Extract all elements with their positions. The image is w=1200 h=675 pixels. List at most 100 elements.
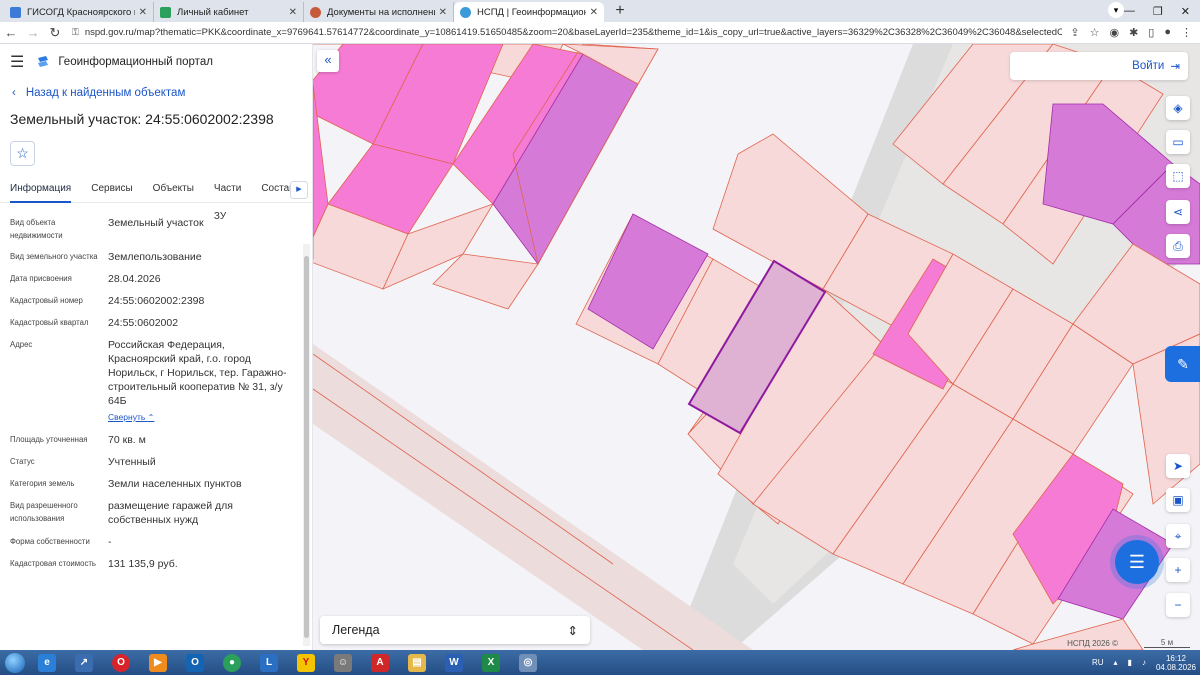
chevron-up-icon: ⌃: [147, 413, 155, 422]
hamburger-menu-icon[interactable]: ☰: [10, 52, 24, 72]
collapse-address-link[interactable]: Свернуть ⌃: [108, 410, 294, 425]
tab-favicon-icon: [10, 6, 21, 18]
taskbar-app-agent[interactable]: ☺: [326, 651, 360, 674]
menu-kebab-icon[interactable]: ⋮: [1181, 26, 1192, 39]
portal-title[interactable]: Геоинформационный портал: [58, 56, 213, 68]
chat-bubble-icon[interactable]: ☰: [1115, 540, 1159, 584]
taskbar-app-lync[interactable]: L: [252, 651, 286, 674]
side-panel-icon[interactable]: ▯: [1148, 26, 1154, 39]
start-button[interactable]: [0, 651, 30, 674]
url-field[interactable]: ⚿ nspd.gov.ru/map?thematic=PKK&coordinat…: [72, 24, 1062, 42]
browser-tab-nspd[interactable]: НСПД | Геоинформационный п ✕: [454, 2, 604, 22]
reload-icon[interactable]: ↻: [44, 25, 66, 41]
taskbar-app-tool[interactable]: ◎: [511, 651, 545, 674]
taskbar-app-ie[interactable]: e: [30, 651, 64, 674]
share-icon[interactable]: ⇪: [1070, 26, 1079, 39]
taskbar-app-explorer[interactable]: ▤: [400, 651, 434, 674]
tabs-scroll-right-icon[interactable]: ▶: [290, 181, 308, 199]
field-row: Вид земельного участка Землепользование: [0, 242, 312, 264]
tray-arrow-icon[interactable]: ▴: [1114, 658, 1118, 667]
field-value: 24:55:0602002:2398: [108, 295, 205, 307]
field-row: Дата присвоения 28.04.2026: [0, 264, 312, 286]
map-boundary-line: [313, 388, 694, 650]
back-to-results-link[interactable]: ‹ Назад к найденным объектам: [12, 87, 312, 99]
ruler-icon[interactable]: ▭: [1166, 130, 1190, 154]
taskbar-app-2[interactable]: ↗: [67, 651, 101, 674]
url-text: nspd.gov.ru/map?thematic=PKK&coordinate_…: [84, 27, 1063, 38]
tab-title: Личный кабинет: [177, 6, 249, 18]
close-tab-icon[interactable]: ✕: [590, 7, 598, 18]
collapse-panel-button[interactable]: «: [317, 50, 339, 72]
login-label: Войти: [1132, 60, 1165, 72]
map-canvas[interactable]: « Войти ⇥ ◈ ▭ ⬚ ⋖ ⎙ ✎ ➤ ▣ ⌖ ☰ + − Легенд…: [313, 44, 1200, 650]
minimize-icon[interactable]: —: [1124, 5, 1135, 17]
print-icon[interactable]: ⎙: [1166, 234, 1190, 258]
close-tab-icon[interactable]: ✕: [289, 7, 297, 18]
extension-puzzle-icon[interactable]: ✱: [1129, 26, 1138, 39]
back-arrow-icon[interactable]: ←: [0, 25, 22, 40]
tab-search-chevron-icon[interactable]: ▾: [1108, 2, 1124, 18]
browser-tab-documents[interactable]: Документы на исполнении ✕: [304, 2, 454, 22]
favorite-star-button[interactable]: ☆: [10, 141, 35, 166]
map-boundary-line: [313, 353, 614, 565]
bookmark-star-icon[interactable]: ☆: [1090, 26, 1100, 39]
field-value: Учтенный: [108, 456, 156, 468]
folder-icon: ▤: [408, 653, 426, 672]
opera-icon: O: [112, 653, 130, 672]
forward-arrow-icon[interactable]: →: [22, 25, 44, 40]
field-value: 28.04.2026: [108, 273, 161, 285]
language-indicator[interactable]: RU: [1092, 658, 1104, 667]
clock[interactable]: 16:12 04.08.2026: [1156, 654, 1196, 672]
browser-tab-gisogd[interactable]: ГИСОГД Красноярского края ✕: [4, 2, 154, 22]
field-label: Категория земель: [10, 479, 75, 488]
tab-title: Документы на исполнении: [327, 6, 435, 18]
new-tab-button[interactable]: +: [610, 3, 630, 21]
extension-icon[interactable]: ◉: [1109, 26, 1119, 39]
taskbar-app-media[interactable]: ▶: [141, 651, 175, 674]
tab-information[interactable]: Информация: [10, 175, 72, 203]
taskbar-app-outlook[interactable]: O: [178, 651, 212, 674]
network-icon[interactable]: ▮: [1128, 658, 1132, 667]
address-bar: ← → ↻ ⚿ nspd.gov.ru/map?thematic=PKK&coo…: [0, 22, 1200, 44]
close-tab-icon[interactable]: ✕: [139, 7, 147, 18]
login-button[interactable]: Войти ⇥: [1010, 52, 1188, 80]
location-pin-icon[interactable]: ⌖: [1166, 524, 1190, 548]
taskbar-app-opera[interactable]: O: [104, 651, 138, 674]
browser-tab-cabinet[interactable]: Личный кабинет ✕: [154, 2, 304, 22]
zoom-in-button[interactable]: +: [1166, 558, 1190, 582]
extensions-area: ⇪ ☆ ◉ ✱ ▯ ● ⋮: [1062, 26, 1200, 39]
zoom-out-button[interactable]: −: [1166, 593, 1190, 617]
layers-icon[interactable]: ◈: [1166, 96, 1190, 120]
help-chat-badge-icon[interactable]: ✎: [1165, 346, 1200, 382]
site-info-icon[interactable]: ⚿: [72, 27, 79, 38]
tab-parts[interactable]: Части ЗУ: [214, 175, 241, 222]
object-title: Земельный участок: 24:55:0602002:2398: [10, 111, 274, 127]
taskbar-app-chrome[interactable]: ●: [215, 651, 249, 674]
field-value: размещение гаражей для собственных нужд: [108, 500, 233, 526]
field-value: Земли населенных пунктов: [108, 478, 242, 490]
close-window-icon[interactable]: ✕: [1181, 5, 1190, 18]
close-tab-icon[interactable]: ✕: [439, 7, 447, 18]
geolocation-icon[interactable]: ➤: [1166, 454, 1190, 478]
volume-icon[interactable]: ♪: [1142, 658, 1146, 667]
panel-scrollbar-thumb[interactable]: [304, 256, 309, 638]
taskbar-app-word[interactable]: W: [437, 651, 471, 674]
taskbar-app-excel[interactable]: X: [474, 651, 508, 674]
share-map-icon[interactable]: ⋖: [1166, 200, 1190, 224]
maximize-icon[interactable]: ❐: [1153, 5, 1163, 18]
minimap-icon[interactable]: ▣: [1166, 488, 1190, 512]
taskbar-app-yandex[interactable]: Y: [289, 651, 323, 674]
profile-icon[interactable]: ●: [1164, 26, 1171, 39]
window-controls: — ❐ ✕: [1124, 0, 1200, 22]
field-value: -: [108, 536, 112, 548]
tab-services[interactable]: Сервисы: [91, 175, 132, 203]
tab-favicon-icon: [160, 6, 171, 18]
legend-dropdown[interactable]: Легенда ⇕: [320, 616, 590, 644]
outlook-icon: O: [186, 653, 204, 672]
map-copyright: НСПД 2026 ©: [1067, 639, 1118, 648]
tab-title: ГИСОГД Красноярского края: [27, 6, 135, 18]
portal-logo-icon: [38, 56, 49, 67]
select-area-icon[interactable]: ⬚: [1166, 164, 1190, 188]
tab-objects[interactable]: Объекты: [153, 175, 194, 203]
taskbar-app-pdf[interactable]: A: [363, 651, 397, 674]
